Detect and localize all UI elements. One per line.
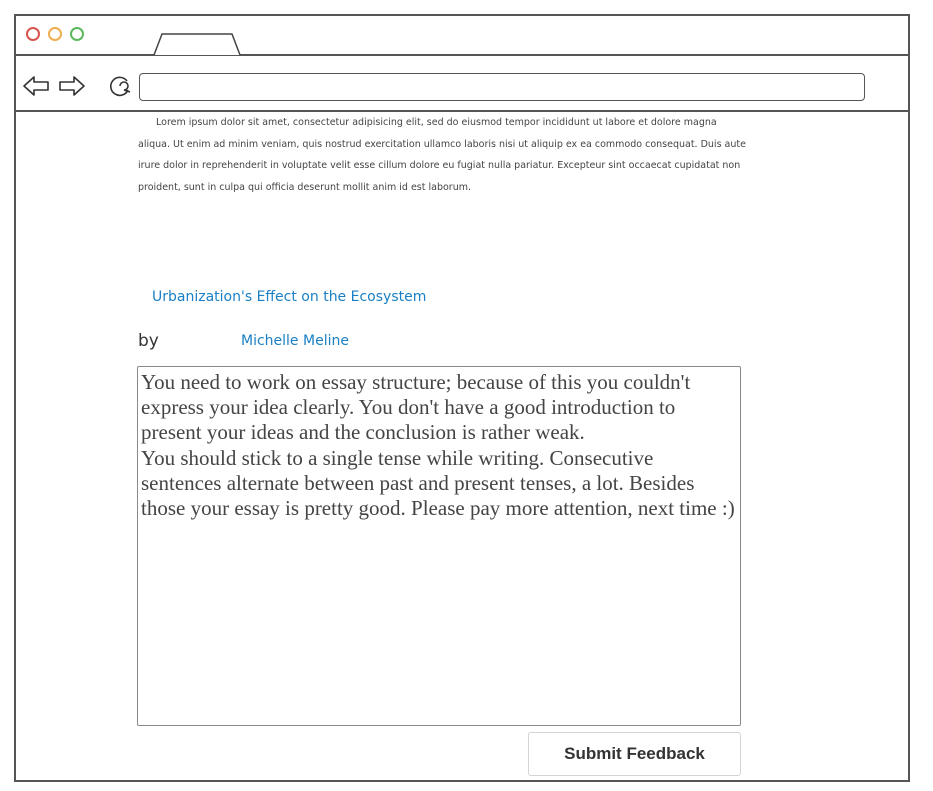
maximize-window-dot[interactable] <box>70 27 84 41</box>
submit-feedback-button[interactable]: Submit Feedback <box>528 732 741 776</box>
browser-titlebar <box>14 14 910 56</box>
author-link[interactable]: Michelle Meline <box>241 333 349 349</box>
essay-title-link[interactable]: Urbanization's Effect on the Ecosystem <box>152 289 426 305</box>
browser-tab[interactable] <box>153 33 241 55</box>
by-label: by <box>138 331 159 351</box>
reload-icon[interactable] <box>108 74 136 100</box>
back-arrow-icon[interactable] <box>22 74 50 98</box>
forward-arrow-icon[interactable] <box>58 74 86 98</box>
intro-paragraph: Lorem ipsum dolor sit amet, consectetur … <box>138 117 746 193</box>
close-window-dot[interactable] <box>26 27 40 41</box>
url-bar[interactable] <box>139 73 865 101</box>
feedback-textarea[interactable]: You need to work on essay structure; bec… <box>137 366 741 726</box>
minimize-window-dot[interactable] <box>48 27 62 41</box>
